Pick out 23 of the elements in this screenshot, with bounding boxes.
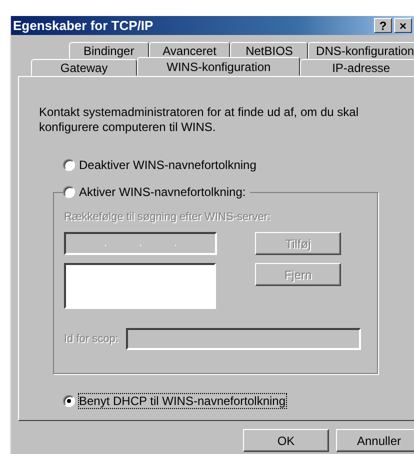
tab[interactable]: IP-adresse <box>300 59 414 76</box>
tab[interactable]: WINS-konfiguration <box>137 57 300 76</box>
radio-option[interactable]: Aktiver WINS-navnefortolkning: <box>63 185 250 199</box>
tab[interactable]: Gateway <box>31 59 138 76</box>
window-title: Egenskaber for TCP/IP <box>13 18 154 33</box>
radio-button-icon[interactable] <box>63 186 75 198</box>
radio-button-icon[interactable] <box>63 395 75 407</box>
tab[interactable]: NetBIOS <box>230 42 308 59</box>
radio-option[interactable]: Deaktiver WINS-navnefortolkning <box>63 158 256 172</box>
tab[interactable]: Bindinger <box>69 42 149 59</box>
ip-separator: . <box>104 238 108 249</box>
intro-text: Kontakt systemadministratoren for at finde ud af, om du skal konfigurere computeren til WINS. <box>39 105 360 135</box>
scope-id-label: Id for scop: <box>64 333 118 345</box>
radio-option[interactable]: Benyt DHCP til WINS-navnefortolkning <box>63 394 286 408</box>
ok-button[interactable]: OK <box>243 429 329 452</box>
ip-separator: . <box>138 238 142 249</box>
server-order-label: Rækkefølge til søgning efter WINS-server: <box>64 211 271 223</box>
ip-separator: . <box>174 238 178 249</box>
tab[interactable]: DNS-konfiguration <box>308 42 414 59</box>
cancel-button[interactable]: Annuller <box>336 429 414 452</box>
radio-button-icon[interactable] <box>63 159 75 171</box>
help-button[interactable]: ? <box>374 18 392 33</box>
close-button[interactable]: × <box>394 18 412 33</box>
